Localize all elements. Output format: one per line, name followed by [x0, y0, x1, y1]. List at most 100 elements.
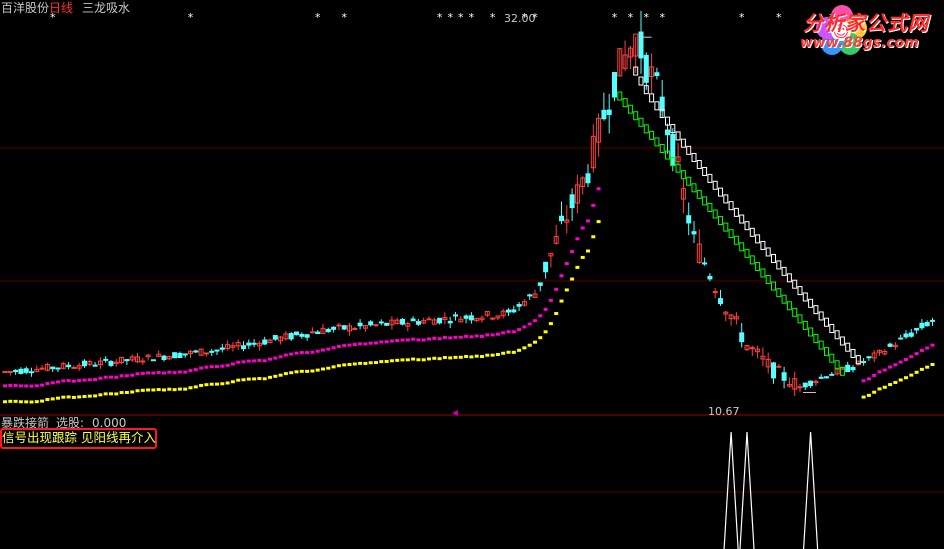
ma-yellow-mark — [501, 351, 506, 355]
ma-yellow-mark — [305, 369, 310, 373]
candle — [468, 315, 474, 321]
candle — [161, 355, 167, 360]
ma-yellow-mark — [586, 249, 590, 253]
candle — [903, 333, 909, 338]
logo-text[interactable]: 分析家公式网 — [803, 7, 929, 36]
signal-spike — [723, 431, 739, 549]
ma-white-mark — [781, 266, 787, 276]
candle — [124, 359, 130, 362]
candle — [103, 358, 109, 361]
ma-magenta-mark — [554, 287, 559, 291]
ma-magenta-mark — [87, 378, 92, 382]
candle — [930, 319, 935, 322]
candle — [246, 342, 252, 346]
candle — [845, 364, 851, 373]
ma-yellow-mark — [130, 390, 135, 394]
candle — [670, 133, 676, 166]
ma-magenta-mark — [877, 370, 882, 374]
ma-magenta-mark — [421, 338, 426, 342]
ma-yellow-mark — [273, 374, 278, 378]
ma-magenta-mark — [13, 383, 18, 387]
candle — [866, 356, 872, 359]
ma-magenta-mark — [527, 322, 532, 326]
candle — [516, 304, 522, 307]
candle — [898, 337, 904, 340]
candle — [288, 333, 294, 340]
ma-magenta-mark — [310, 350, 315, 354]
ma-magenta-mark — [575, 237, 580, 241]
ma-magenta-mark — [66, 379, 71, 383]
candle — [209, 350, 215, 353]
ma-white-mark — [765, 247, 771, 257]
candle — [447, 320, 453, 324]
ma-magenta-mark — [183, 370, 188, 374]
candle — [543, 261, 549, 273]
candle — [506, 309, 511, 313]
ma-yellow-mark — [533, 340, 537, 344]
ma-magenta-mark — [278, 355, 283, 359]
ma-yellow-mark — [56, 396, 60, 400]
ma-magenta-mark — [82, 378, 87, 382]
ma-yellow-mark — [50, 397, 55, 401]
ma-yellow-mark — [411, 357, 416, 361]
ma-yellow-mark — [919, 367, 924, 371]
ma-magenta-mark — [3, 384, 7, 388]
ma-yellow-mark — [591, 235, 596, 239]
ma-green-mark — [633, 111, 639, 121]
candle — [569, 194, 575, 209]
candle — [702, 262, 708, 265]
ma-white-mark — [802, 292, 808, 302]
ma-yellow-mark — [374, 361, 378, 365]
ma-yellow-mark — [575, 265, 580, 269]
ma-white-mark — [744, 221, 750, 231]
indicator-name[interactable]: 三龙吸水 — [82, 1, 130, 15]
signal-note: 信号出现跟踪 见阳线再介入 — [2, 430, 156, 445]
ma-white-mark — [649, 93, 655, 103]
ma-magenta-mark — [395, 339, 400, 343]
signal-star: * — [469, 11, 475, 24]
ma-magenta-mark — [586, 219, 590, 223]
candle — [559, 215, 564, 222]
signal-star: * — [458, 11, 464, 24]
ma-yellow-mark — [898, 378, 903, 382]
ma-yellow-mark — [24, 400, 29, 404]
ma-magenta-mark — [464, 334, 469, 338]
logo-url[interactable]: www.88gs.com — [800, 35, 919, 51]
ma-magenta-mark — [93, 378, 98, 382]
ma-yellow-mark — [511, 350, 516, 354]
ma-green-mark — [686, 176, 692, 186]
candle — [108, 361, 114, 366]
ma-magenta-mark — [416, 338, 421, 342]
ma-green-mark — [802, 320, 808, 330]
ma-green-mark — [813, 334, 819, 344]
ma-magenta-mark — [289, 352, 294, 356]
ma-green-mark — [696, 189, 702, 199]
candle — [357, 322, 363, 327]
candle — [612, 72, 617, 98]
ma-magenta-mark — [236, 360, 241, 364]
candle — [410, 318, 416, 322]
ma-yellow-mark — [246, 377, 251, 381]
ma-magenta-mark — [893, 363, 898, 367]
ma-magenta-mark — [56, 380, 60, 384]
ma-green-mark — [622, 98, 628, 108]
ma-green-mark — [765, 275, 771, 285]
period-label[interactable]: 日线 — [49, 1, 73, 15]
ma-magenta-mark — [8, 383, 13, 387]
ma-magenta-mark — [474, 334, 479, 338]
ma-white-mark — [839, 336, 845, 346]
candle — [749, 347, 755, 350]
ma-green-mark — [649, 130, 655, 140]
ma-yellow-mark — [241, 378, 246, 382]
ma-yellow-mark — [421, 358, 426, 362]
ma-magenta-mark — [40, 383, 45, 387]
signal-star: * — [341, 11, 347, 24]
ma-yellow-mark — [77, 395, 82, 399]
ma-yellow-mark — [209, 382, 214, 386]
ma-magenta-mark — [34, 384, 39, 388]
ma-white-mark — [654, 101, 660, 111]
ma-white-mark — [845, 342, 851, 352]
ma-green-mark — [808, 327, 814, 337]
ma-green-mark — [712, 209, 718, 219]
ma-magenta-mark — [872, 373, 877, 377]
